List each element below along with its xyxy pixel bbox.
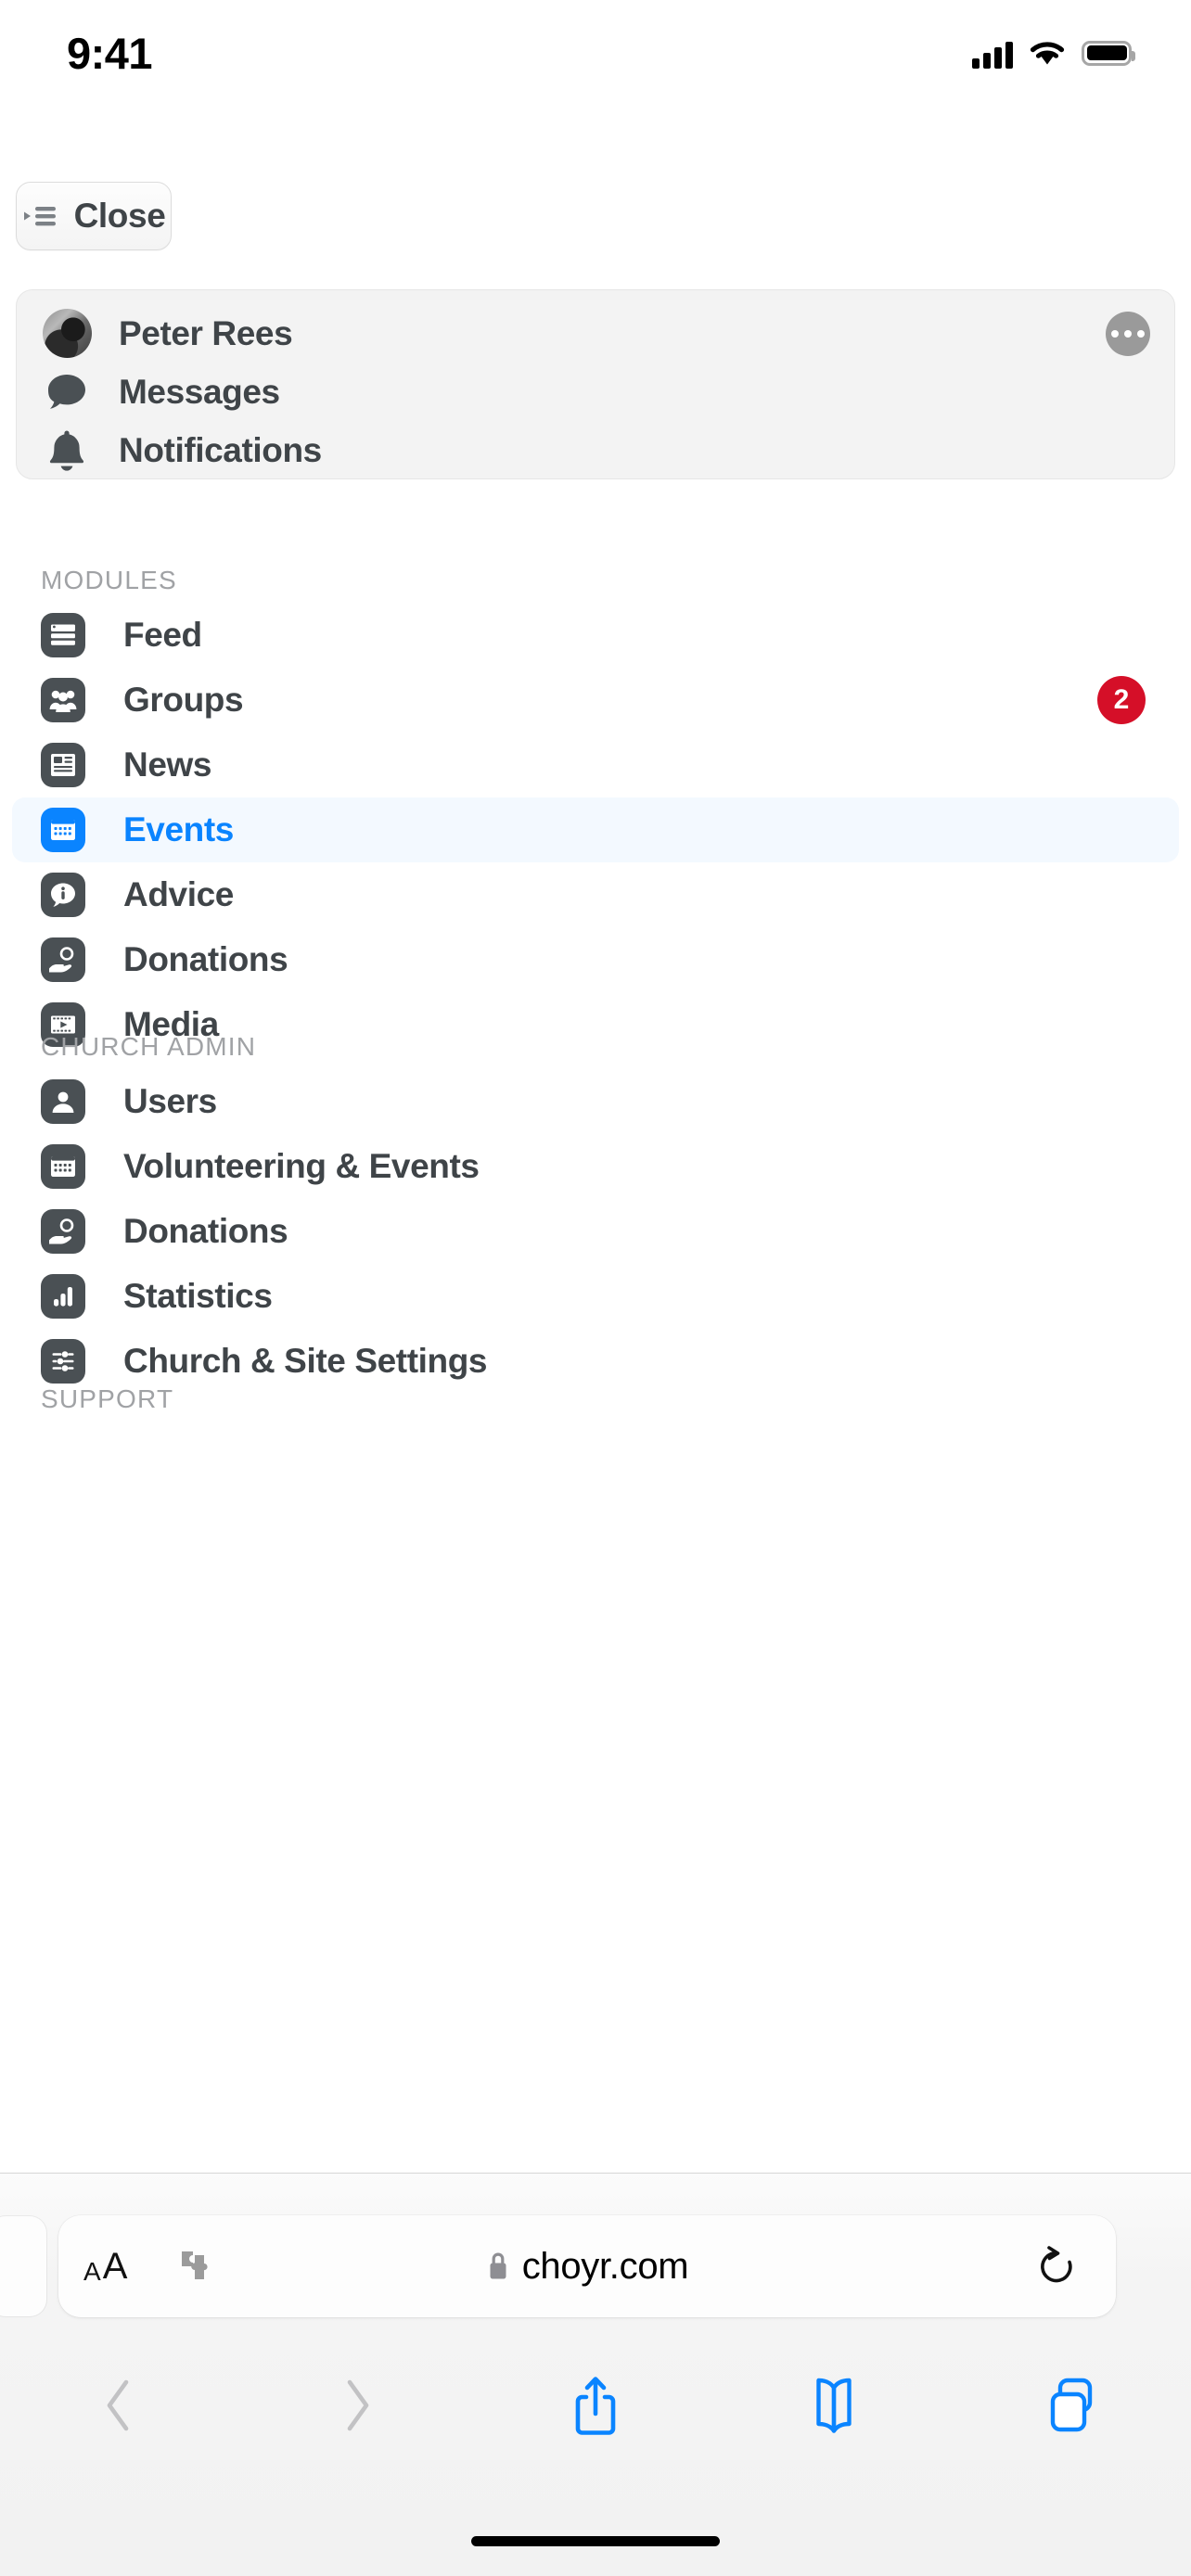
nav-item-events[interactable]: Events — [12, 797, 1179, 862]
bookmarks-button[interactable] — [714, 2376, 953, 2435]
url-bar[interactable]: A A choyr.com — [58, 2215, 1116, 2317]
section-title-church-admin: CHURCH ADMIN — [41, 1032, 257, 1061]
nav-item-volunteering-events[interactable]: Volunteering & Events — [12, 1134, 1179, 1199]
profile-row-notifications[interactable]: Notifications — [17, 421, 1174, 479]
back-button[interactable] — [0, 2375, 238, 2436]
nav-item-news[interactable]: News — [12, 733, 1179, 797]
status-bar-time: 9:41 — [67, 28, 153, 78]
info-bubble-icon — [41, 873, 85, 917]
tabs-icon — [1050, 2378, 1092, 2432]
close-button-label: Close — [73, 197, 166, 235]
person-icon — [41, 1079, 85, 1124]
close-button[interactable]: Close — [16, 182, 172, 250]
avatar — [41, 309, 93, 358]
calendar-icon — [41, 808, 85, 852]
home-indicator — [471, 2536, 720, 2546]
battery-full-icon — [1082, 40, 1135, 66]
nav-item-label: Church & Site Settings — [123, 1342, 488, 1380]
adjacent-tab-peek[interactable] — [0, 2216, 46, 2316]
feed-icon — [41, 613, 85, 657]
profile-row-label: Messages — [119, 372, 280, 411]
chat-bubble-icon — [41, 372, 93, 413]
nav-item-statistics[interactable]: Statistics — [12, 1264, 1179, 1329]
nav-item-label: News — [123, 746, 212, 784]
sliders-icon — [41, 1339, 85, 1384]
profile-row-user[interactable]: Peter Rees — [17, 304, 1174, 363]
nav-item-donations[interactable]: Donations — [12, 927, 1179, 992]
groups-icon — [41, 678, 85, 722]
nav-item-label: Events — [123, 810, 234, 848]
nav-item-label: Users — [123, 1082, 217, 1120]
profile-card: Peter Rees Messages Notifications — [16, 289, 1175, 479]
bell-icon — [41, 428, 93, 473]
tabs-button[interactable] — [953, 2376, 1191, 2435]
nav-item-feed[interactable]: Feed — [12, 603, 1179, 668]
share-button[interactable] — [477, 2373, 715, 2438]
bar-chart-icon — [41, 1274, 85, 1319]
cellular-signal-icon — [972, 37, 1013, 69]
safari-toolbar: A A choyr.com — [0, 2173, 1191, 2576]
chevron-right-icon — [347, 2379, 369, 2431]
nav-item-label: Advice — [123, 875, 234, 913]
profile-user-name: Peter Rees — [119, 313, 293, 352]
hand-coin-icon — [41, 937, 85, 982]
calendar-icon — [41, 1144, 85, 1189]
news-icon — [41, 743, 85, 787]
nav-item-users[interactable]: Users — [12, 1069, 1179, 1134]
section-support: SUPPORT — [0, 1384, 1191, 1414]
sidebar-collapse-icon — [23, 207, 56, 226]
wifi-icon — [1030, 42, 1065, 65]
chevron-left-icon — [108, 2379, 129, 2431]
nav-item-donations-admin[interactable]: Donations — [12, 1199, 1179, 1264]
nav-item-advice[interactable]: Advice — [12, 862, 1179, 927]
nav-item-groups[interactable]: Groups 2 — [12, 668, 1179, 733]
nav-item-label: Feed — [123, 616, 202, 654]
hand-coin-icon — [41, 1209, 85, 1254]
nav-item-badge: 2 — [1097, 676, 1146, 724]
url-display[interactable]: choyr.com — [58, 2246, 1116, 2288]
section-title-modules: MODULES — [41, 566, 177, 594]
web-content: Close Peter Rees Messages Notifications … — [0, 93, 1191, 2173]
url-host-text: choyr.com — [521, 2245, 689, 2287]
section-title-support: SUPPORT — [41, 1384, 174, 1413]
nav-item-label: Groups — [123, 681, 244, 719]
profile-row-messages[interactable]: Messages — [17, 363, 1174, 421]
ellipsis-circle-icon[interactable] — [1106, 311, 1150, 356]
share-icon — [575, 2377, 616, 2435]
status-bar: 9:41 — [0, 0, 1191, 93]
profile-row-label: Notifications — [119, 430, 322, 469]
section-church-admin: CHURCH ADMIN Users Volunteering & Events… — [0, 1032, 1191, 1394]
forward-button[interactable] — [238, 2375, 477, 2436]
browser-toolbar — [0, 2350, 1191, 2461]
nav-item-label: Donations — [123, 1212, 288, 1250]
status-bar-indicators — [972, 37, 1135, 69]
reload-icon[interactable] — [1036, 2243, 1077, 2289]
nav-item-label: Volunteering & Events — [123, 1147, 480, 1185]
nav-item-label: Donations — [123, 940, 288, 978]
lock-icon — [490, 2252, 506, 2279]
book-icon — [816, 2378, 852, 2433]
section-modules: MODULES Feed Groups 2 News Events Advice… — [0, 566, 1191, 1057]
nav-item-label: Statistics — [123, 1277, 273, 1315]
